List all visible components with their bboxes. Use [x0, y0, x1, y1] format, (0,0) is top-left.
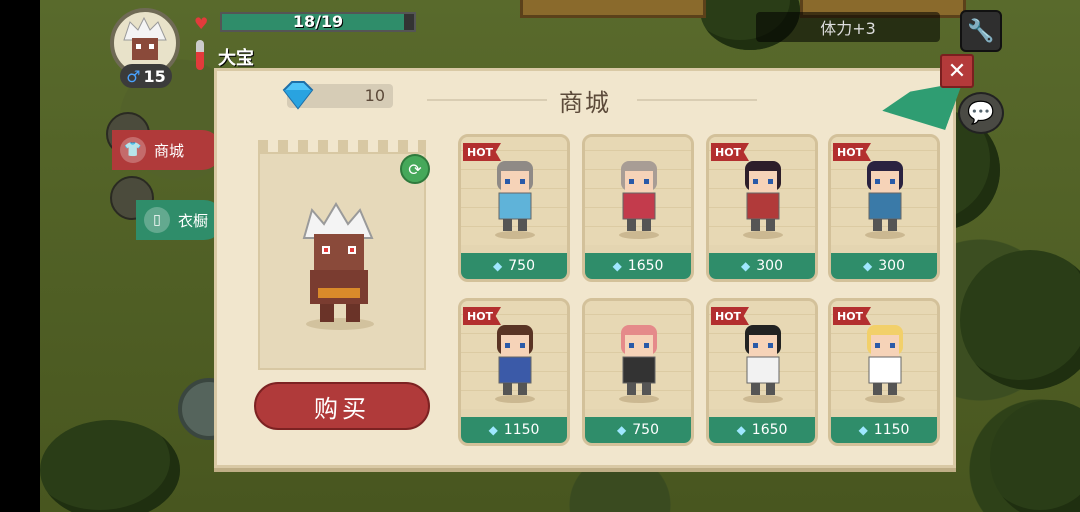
tab-wardrobe-label: 衣橱 [178, 211, 209, 230]
price-bar: ◆ 300 [831, 253, 937, 279]
player-character-sprite [302, 202, 374, 330]
shirt-icon: 👕 [120, 137, 146, 163]
diamond-icon: ◆ [617, 423, 627, 437]
price-value: 1150 [503, 422, 540, 438]
heart-icon: ♥ [194, 14, 209, 33]
price-bar: ◆ 300 [709, 253, 815, 279]
hot-badge: HOT [463, 307, 501, 325]
level-value: 15 [143, 66, 166, 86]
costume-sprite [743, 161, 783, 239]
diamond-icon [282, 81, 314, 110]
screen-edge [0, 0, 40, 512]
costume-sprite [495, 161, 535, 239]
price-bar: ◆ 750 [585, 417, 691, 443]
price-bar: ◆ 1150 [461, 417, 567, 443]
price-value: 1150 [873, 422, 910, 438]
hot-badge: HOT [833, 143, 871, 161]
shop-item-card[interactable]: ◆ 1650 [582, 134, 694, 282]
speech-bubble-icon: 💬 [967, 100, 995, 126]
tab-shop[interactable]: 👕 商城 [112, 130, 222, 170]
price-value: 300 [878, 258, 905, 274]
price-bar: ◆ 750 [461, 253, 567, 279]
close-icon: ✕ [947, 58, 967, 84]
costume-sprite [865, 325, 905, 403]
hot-badge: HOT [833, 307, 871, 325]
hp-text: 18/19 [292, 12, 344, 31]
level-badge: ♂ 15 [120, 64, 172, 88]
close-button[interactable]: ✕ [940, 54, 974, 88]
shop-item-card[interactable]: HOT ◆ 1650 [706, 298, 818, 446]
price-bar: ◆ 1150 [831, 417, 937, 443]
stamina-indicator: 体力+3 [756, 12, 940, 42]
price-value: 750 [508, 258, 535, 274]
diamond-icon: ◆ [741, 259, 751, 273]
tree [990, 400, 1080, 512]
price-value: 750 [632, 422, 659, 438]
wrench-settings-button[interactable]: 🔧 [960, 10, 1002, 52]
price-value: 300 [756, 258, 783, 274]
costume-sprite [743, 325, 783, 403]
hp-bar: 18/19 [220, 12, 416, 32]
wardrobe-icon: ▯ [144, 207, 170, 233]
shop-item-card[interactable]: HOT ◆ 300 [706, 134, 818, 282]
diamond-icon: ◆ [493, 259, 503, 273]
price-value: 1650 [627, 258, 664, 274]
refresh-icon: ⟳ [408, 159, 422, 179]
character-preview [258, 152, 426, 370]
gem-count: 10 [364, 86, 385, 105]
tab-wardrobe[interactable]: ▯ 衣橱 [136, 200, 224, 240]
fence [520, 0, 706, 18]
diamond-icon: ◆ [612, 259, 622, 273]
costume-sprite [865, 161, 905, 239]
shop-item-card[interactable]: HOT ◆ 750 [458, 134, 570, 282]
male-icon: ♂ [126, 66, 141, 86]
diamond-icon: ◆ [863, 259, 873, 273]
chat-button[interactable]: 💬 [958, 92, 1004, 134]
hot-badge: HOT [463, 143, 501, 161]
costume-sprite [495, 325, 535, 403]
thermometer-icon [196, 40, 204, 70]
hot-badge: HOT [711, 143, 749, 161]
shop-item-card[interactable]: ◆ 750 [582, 298, 694, 446]
price-bar: ◆ 1650 [709, 417, 815, 443]
tree [960, 250, 1080, 390]
buy-button[interactable]: 购买 [254, 382, 430, 430]
tree [40, 420, 180, 512]
diamond-icon: ◆ [736, 423, 746, 437]
costume-sprite [619, 161, 659, 239]
shop-item-card[interactable]: HOT ◆ 1150 [828, 298, 940, 446]
diamond-icon: ◆ [488, 423, 498, 437]
shop-item-card[interactable]: HOT ◆ 1150 [458, 298, 570, 446]
refresh-button[interactable]: ⟳ [400, 154, 430, 184]
player-name: 大宝 [218, 48, 254, 69]
diamond-icon: ◆ [858, 423, 868, 437]
costume-sprite [619, 325, 659, 403]
tab-shop-label: 商城 [154, 141, 185, 160]
wrench-icon: 🔧 [967, 18, 995, 44]
price-bar: ◆ 1650 [585, 253, 691, 279]
price-value: 1650 [751, 422, 788, 438]
shop-item-card[interactable]: HOT ◆ 300 [828, 134, 940, 282]
hot-badge: HOT [711, 307, 749, 325]
